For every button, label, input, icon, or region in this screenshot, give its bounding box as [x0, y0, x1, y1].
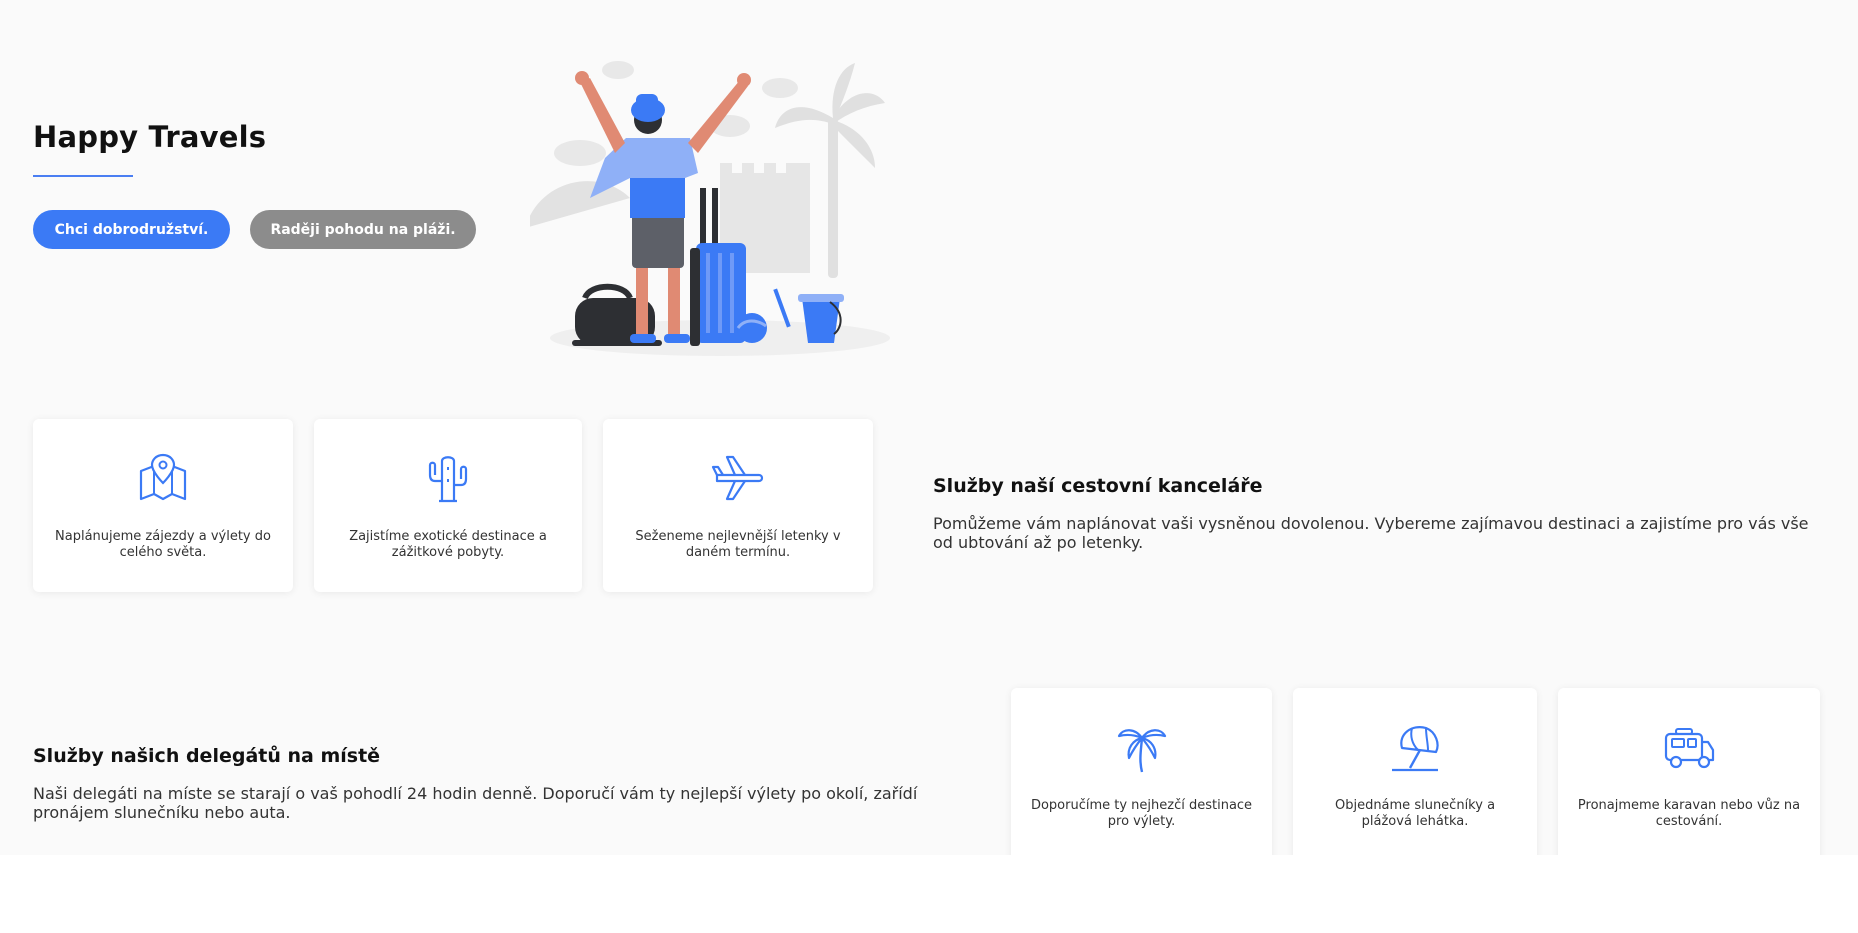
service-card-flights: Seženeme nejlevnější letenky v daném ter… [603, 419, 873, 592]
map-pin-icon [139, 453, 187, 501]
service-card-planning: Naplánujeme zájezdy a výlety do celého s… [33, 419, 293, 592]
delegates-section-text: Naši delegáti na míste se starají o vaš … [33, 784, 918, 822]
palm-tree-icon [1117, 729, 1166, 773]
page: Happy Travels Chci dobrodružství. Raději… [0, 0, 1858, 855]
delegates-section-title: Služby našich delegátů na místě [33, 745, 381, 767]
adventure-button[interactable]: Chci dobrodružství. [33, 210, 230, 249]
agency-section-text: Pomůžeme vám naplánovat vaši vysněnou do… [933, 514, 1809, 552]
title-underline [33, 175, 133, 177]
beach-button[interactable]: Raději pohodu na pláži. [250, 210, 476, 249]
delegate-card-camper: Pronajmeme karavan nebo vůz na cestování… [1558, 688, 1820, 855]
airplane-icon [711, 455, 764, 501]
card-text: Doporučíme ty nejhezčí destinace pro výl… [1030, 798, 1253, 829]
card-text: Naplánujeme zájezdy a výlety do celého s… [55, 529, 271, 560]
cactus-icon [428, 456, 468, 503]
delegate-card-umbrellas: Objednáme slunečníky a plážová lehátka. [1293, 688, 1537, 855]
card-text: Objednáme slunečníky a plážová lehátka. [1334, 798, 1496, 829]
delegate-card-trips: Doporučíme ty nejhezčí destinace pro výl… [1011, 688, 1272, 855]
beach-umbrella-icon [1392, 726, 1439, 772]
camper-van-icon [1664, 728, 1715, 769]
card-text: Zajistíme exotické destinace a zážitkové… [349, 529, 547, 560]
agency-section-title: Služby naší cestovní kanceláře [933, 475, 1263, 497]
page-title: Happy Travels [33, 120, 267, 154]
service-card-exotic: Zajistíme exotické destinace a zážitkové… [314, 419, 582, 592]
card-text: Seženeme nejlevnější letenky v daném ter… [635, 529, 841, 560]
traveler-illustration [530, 61, 890, 356]
card-text: Pronajmeme karavan nebo vůz na cestování… [1577, 798, 1801, 829]
